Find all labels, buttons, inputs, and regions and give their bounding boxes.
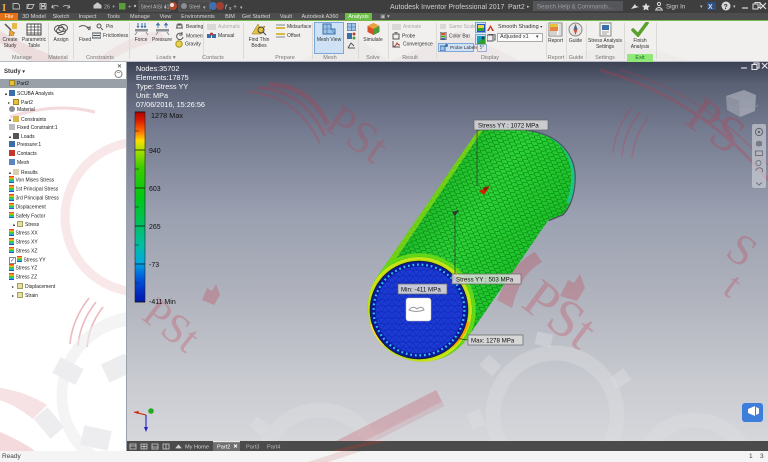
svg-text:Part3: Part3 [246,445,259,451]
svg-text:-411 Min: -411 Min [149,299,176,306]
svg-text:Steel: Steel [189,5,200,11]
svg-text:Part2: Part2 [217,445,230,451]
svg-text:I: I [2,2,6,13]
svg-text:+: + [128,5,132,11]
svg-text:603: 603 [149,186,161,193]
svg-text:Autodesk Inventor Professional: Autodesk Inventor Professional 2017 [390,4,505,11]
svg-text:940: 940 [149,148,161,155]
svg-text:Max: 1278 MPa: Max: 1278 MPa [471,338,515,345]
svg-text:My Home: My Home [185,445,209,451]
svg-text:Elements:17875: Elements:17875 [136,73,189,82]
svg-text:26: 26 [104,5,110,11]
svg-text:?: ? [724,4,728,11]
svg-text:Steel AISI 413: Steel AISI 413 [141,5,173,11]
svg-text:Search Help & Commands...: Search Help & Commands... [537,5,613,11]
svg-text:BOTTOM: BOTTOM [741,103,758,109]
svg-text:Sign In: Sign In [666,4,686,11]
svg-text:Part4: Part4 [267,445,280,451]
svg-text:Part2: Part2 [508,4,525,11]
svg-text:1278 Max: 1278 Max [151,111,183,120]
svg-text:Stress YY : 503 MPa: Stress YY : 503 MPa [456,277,514,284]
svg-text:-73: -73 [149,262,159,269]
svg-text:Unit: MPa: Unit: MPa [136,91,169,100]
svg-text:X: X [708,4,713,11]
svg-text:265: 265 [149,224,161,231]
svg-text:Type: Stress YY: Type: Stress YY [136,82,188,91]
svg-text:Nodes:35702: Nodes:35702 [136,64,179,73]
svg-text:07/06/2016, 15:26:56: 07/06/2016, 15:26:56 [136,100,205,109]
svg-text:+: + [112,5,116,11]
svg-text:+: + [233,4,237,11]
svg-text:Stress YY : 1072 MPa: Stress YY : 1072 MPa [478,123,539,130]
svg-text:Min: -411 MPa: Min: -411 MPa [401,287,441,294]
